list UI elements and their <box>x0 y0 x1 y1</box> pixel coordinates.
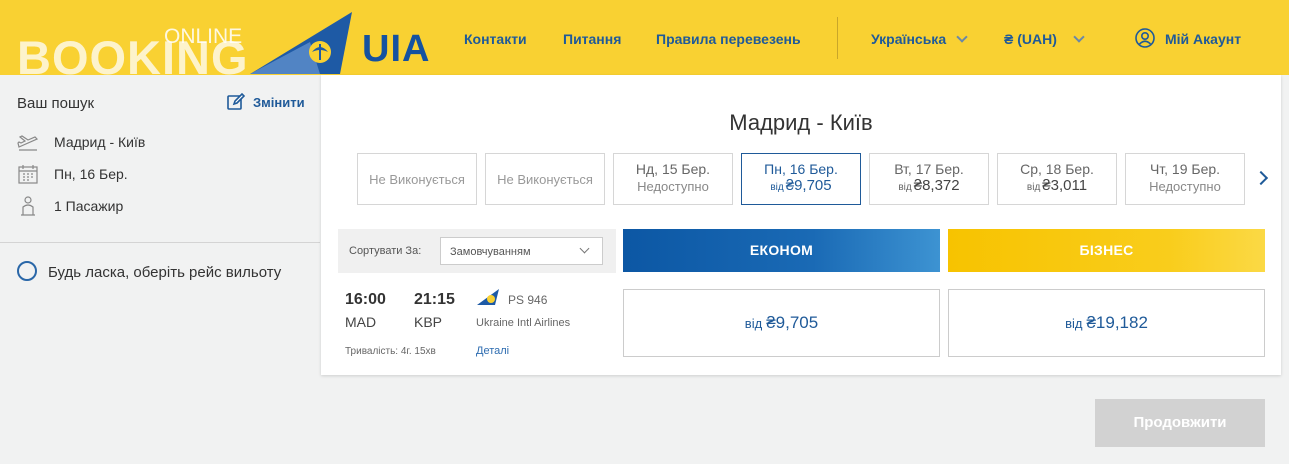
date-tab[interactable]: Не Виконується <box>357 153 477 205</box>
flight-number: PS 946 <box>508 293 548 307</box>
date-tab-selected[interactable]: Пн, 16 Бер. від ₴9,705 <box>741 153 861 205</box>
chevron-down-icon <box>1073 31 1085 43</box>
date-status: Не Виконується <box>497 172 593 187</box>
date-label: Ср, 18 Бер. <box>1020 161 1094 177</box>
language-select[interactable]: Українська <box>871 31 968 47</box>
economy-fare-button[interactable]: від ₴9,705 <box>623 289 940 357</box>
edit-search-button[interactable]: Змінити <box>227 93 305 111</box>
select-flight-prompt: Будь ласка, оберіть рейс вильоту <box>48 264 282 281</box>
nav-rules-link[interactable]: Правила перевезень <box>656 31 801 47</box>
uia-wing-logo-icon <box>250 12 352 74</box>
edit-icon <box>227 93 245 110</box>
outbound-radio[interactable] <box>17 261 37 281</box>
date-label: Чт, 19 Бер. <box>1149 161 1221 177</box>
airline-logo-icon <box>477 289 499 305</box>
business-fare-button[interactable]: від ₴19,182 <box>948 289 1265 357</box>
search-summary-title: Ваш пошук <box>17 95 95 112</box>
arrival-time: 21:15 <box>414 291 455 308</box>
date-price: ₴8,372 <box>913 177 960 194</box>
language-value: Українська <box>871 31 947 47</box>
edit-label: Змінити <box>253 94 305 110</box>
economy-header: ЕКОНОМ <box>623 229 940 272</box>
account-link[interactable]: Мій Акаунт <box>1165 31 1241 47</box>
fare-from: від <box>744 316 763 331</box>
date-tab[interactable]: Не Виконується <box>485 153 605 205</box>
plane-icon <box>17 135 39 151</box>
header: BOOKING ONLINE UIA Контакти Питання Прав… <box>0 0 1289 81</box>
sort-bar: Сортувати За: Замовчуванням <box>338 229 616 273</box>
date-tab[interactable]: Чт, 19 Бер. Недоступно <box>1125 153 1245 205</box>
nav-divider <box>837 17 838 59</box>
business-price: ₴19,182 <box>1086 313 1148 332</box>
date-label: Пн, 16 Бер. <box>764 161 838 177</box>
calendar-icon <box>18 165 38 184</box>
business-header: БІЗНЕС <box>948 229 1265 272</box>
logo-online-text: ONLINE <box>164 25 243 48</box>
nav-contacts-link[interactable]: Контакти <box>464 31 527 47</box>
airline-name: Ukraine Intl Airlines <box>476 317 571 329</box>
currency-value: ₴ (UAH) <box>1004 31 1057 47</box>
date-tab[interactable]: Ср, 18 Бер. від ₴3,011 <box>997 153 1117 205</box>
date-price: ₴3,011 <box>1042 177 1088 194</box>
sort-value: Замовчуванням <box>450 246 531 258</box>
date-tab[interactable]: Нд, 15 Бер. Недоступно <box>613 153 733 205</box>
chevron-down-icon <box>579 243 590 254</box>
flight-duration: Тривалість: 4г. 15хв <box>345 346 436 357</box>
search-route: Мадрид - Київ <box>54 134 146 150</box>
flight-details-link[interactable]: Деталі <box>476 345 509 357</box>
departure-time: 16:00 <box>345 291 386 308</box>
route-title: Мадрид - Київ <box>729 110 873 135</box>
price-from: від <box>770 182 784 193</box>
sidebar-divider <box>0 242 320 243</box>
search-date: Пн, 16 Бер. <box>54 166 128 182</box>
chevron-right-icon[interactable] <box>1253 170 1269 186</box>
economy-price: ₴9,705 <box>766 313 819 332</box>
search-route-row: Мадрид - Київ <box>17 131 145 153</box>
nav-questions-link[interactable]: Питання <box>563 31 621 47</box>
passenger-icon <box>21 196 35 216</box>
sort-select[interactable]: Замовчуванням <box>440 237 603 265</box>
fare-from: від <box>1065 316 1083 331</box>
results-panel: Мадрид - Київ Не Виконується Не Виконуєт… <box>321 75 1281 375</box>
date-label: Нд, 15 Бер. <box>635 161 711 177</box>
date-tab[interactable]: Вт, 17 Бер. від ₴8,372 <box>869 153 989 205</box>
date-status: Недоступно <box>1149 179 1221 194</box>
date-label: Вт, 17 Бер. <box>894 161 964 177</box>
search-passengers: 1 Пасажир <box>54 198 124 214</box>
price-from: від <box>1026 182 1041 193</box>
sort-label: Сортувати За: <box>349 245 422 257</box>
search-date-row: Пн, 16 Бер. <box>17 163 128 185</box>
date-price: ₴9,705 <box>785 177 832 194</box>
user-icon[interactable] <box>1135 28 1155 48</box>
departure-code: MAD <box>345 314 377 330</box>
continue-button[interactable]: Продовжити <box>1095 399 1265 447</box>
brand-logo: UIA <box>362 28 431 70</box>
arrival-code: KBP <box>414 314 443 330</box>
currency-select[interactable]: ₴ (UAH) <box>1004 31 1085 47</box>
date-status: Не Виконується <box>369 172 465 187</box>
chevron-down-icon <box>956 31 968 43</box>
price-from: від <box>898 182 912 193</box>
search-passengers-row: 1 Пасажир <box>17 195 123 217</box>
date-status: Недоступно <box>637 179 709 194</box>
